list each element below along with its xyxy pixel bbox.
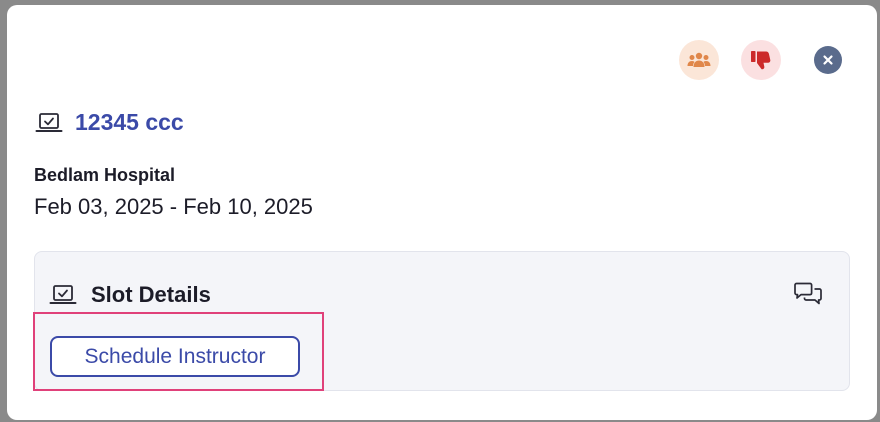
- header-actions: [679, 40, 842, 80]
- slot-details-title: Slot Details: [91, 282, 211, 307]
- close-button[interactable]: [814, 46, 842, 74]
- organization-name: Bedlam Hospital: [34, 165, 176, 185]
- chat-icon[interactable]: [793, 282, 823, 308]
- laptop-check-icon: [49, 285, 77, 304]
- thumbs-down-button[interactable]: [741, 40, 781, 80]
- item-title-row: 12345 ccc: [35, 109, 184, 136]
- laptop-check-icon: [35, 112, 63, 132]
- date-range: Feb 03, 2025 - Feb 10, 2025: [34, 194, 313, 219]
- group-icon: [687, 52, 711, 67]
- close-icon: [823, 55, 833, 65]
- group-button[interactable]: [679, 40, 719, 80]
- item-title-link[interactable]: 12345 ccc: [75, 109, 184, 136]
- thumbs-down-icon: [751, 51, 771, 70]
- schedule-instructor-button[interactable]: Schedule Instructor: [50, 336, 300, 377]
- slot-modal: 12345 ccc Bedlam Hospital Feb 03, 2025 -…: [7, 5, 877, 420]
- slot-details-header: Slot Details: [49, 282, 211, 308]
